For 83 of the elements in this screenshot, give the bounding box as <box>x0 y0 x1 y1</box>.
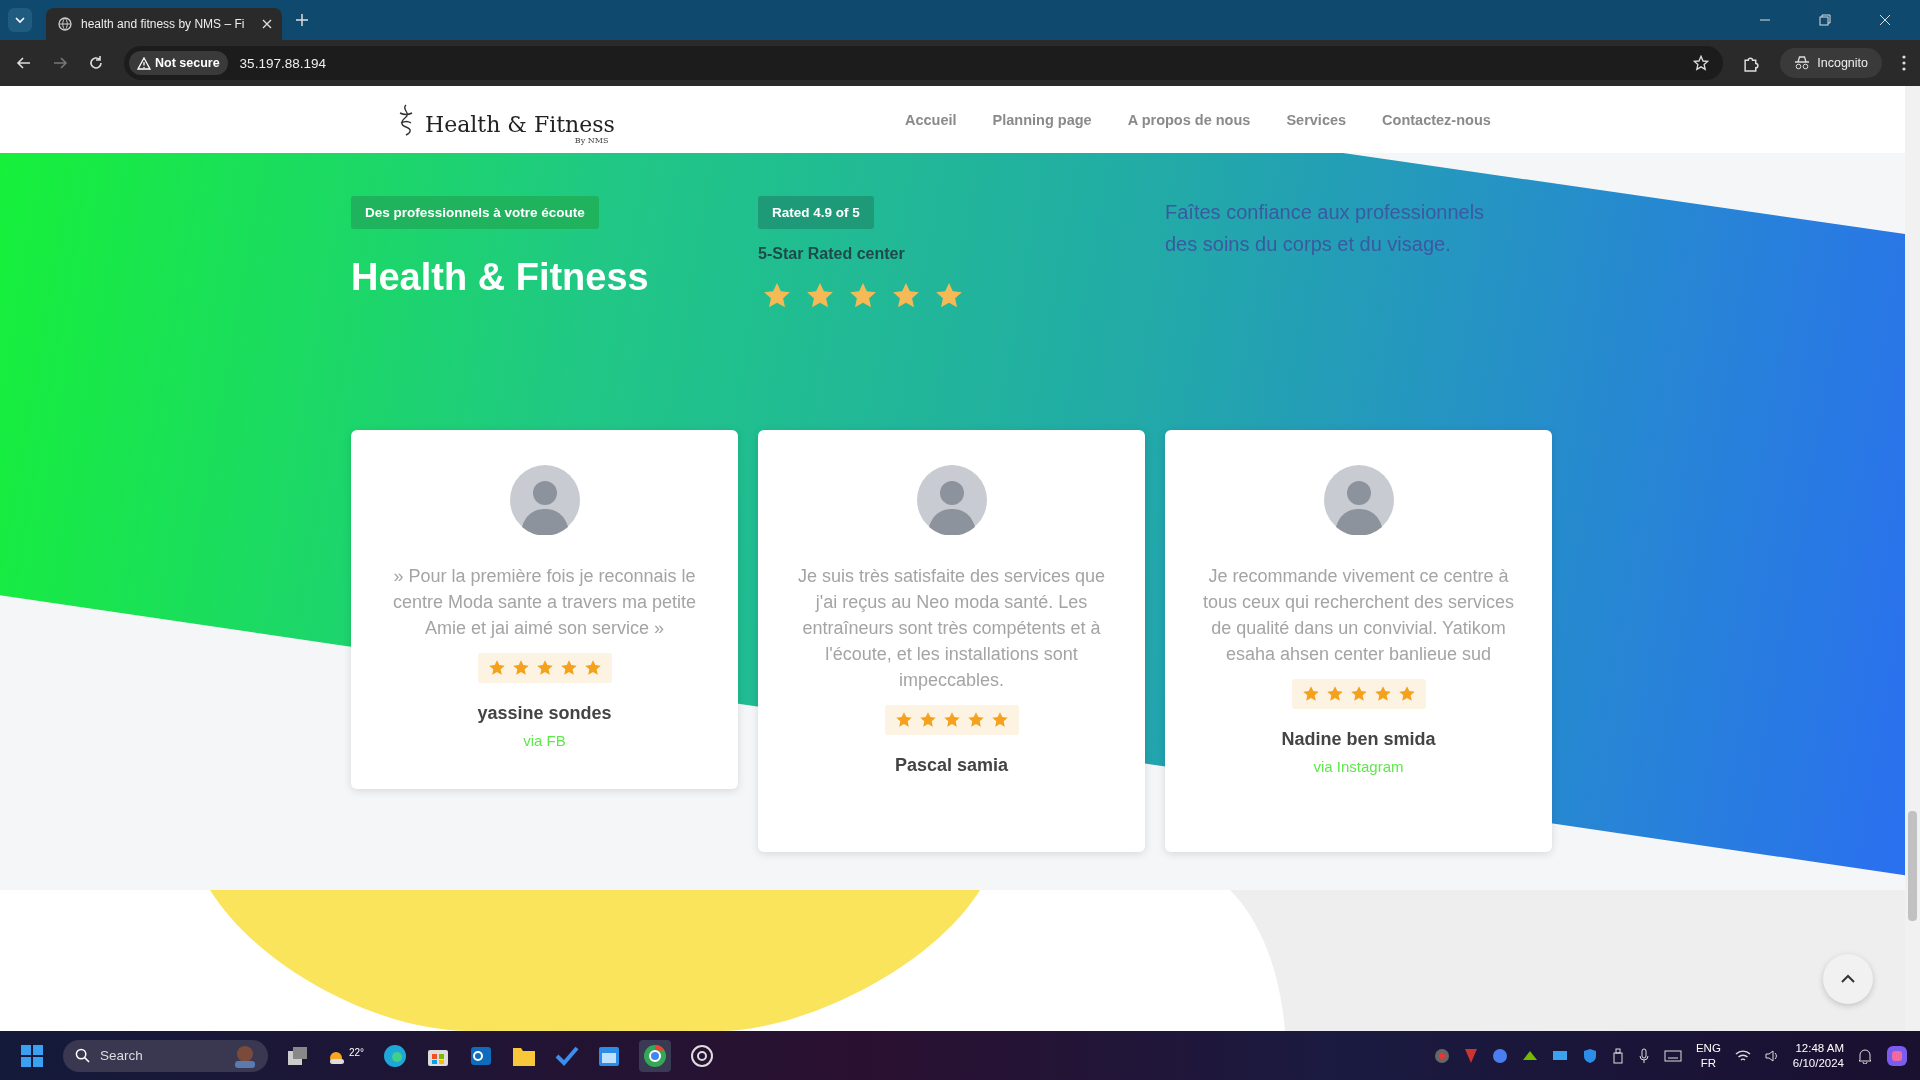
testimonial-quote: » Pour la première fois je reconnais le centre Moda sante a travers ma petite Amie et jai aimé son service » <box>391 565 698 640</box>
taskbar-search-field[interactable]: Search <box>63 1039 268 1072</box>
reviewer-name: yassine sondes <box>477 703 612 724</box>
incognito-button[interactable]: Incognito <box>1780 48 1882 78</box>
chevron-down-icon <box>14 14 26 26</box>
taskbar-app-button[interactable] <box>639 1039 672 1072</box>
tag-label: Des professionnels à votre écoute <box>351 196 599 229</box>
restore-icon[interactable] <box>1819 14 1831 26</box>
browser-tab[interactable]: health and fitness by NMS – Fi <box>46 8 282 40</box>
star-icon <box>918 711 937 729</box>
url-text: 35.197.88.194 <box>239 55 326 71</box>
review-source: via FB <box>523 732 566 749</box>
wifi-icon[interactable] <box>1734 1048 1751 1063</box>
input-language-indicator[interactable]: ENG FR <box>1695 1040 1721 1071</box>
testimonial-quote: Je suis très satisfaite des services que j'ai reçus au Neo moda santé. Les entraîneurs sont très compétents et à l'écoute, et les installations sont impeccables. <box>796 565 1107 692</box>
reviewer-name: Nadine ben smida <box>1281 729 1436 750</box>
windows-logo-icon[interactable] <box>20 1043 44 1068</box>
reviewer-name: Pascal samia <box>894 755 1009 776</box>
hero-title: Health & Fitness <box>351 256 649 299</box>
bell-icon[interactable] <box>1858 1047 1872 1064</box>
tab-search-button[interactable] <box>8 8 32 32</box>
star-icon <box>511 659 530 677</box>
star-icon <box>1301 685 1320 703</box>
keyboard-layout-code: FR <box>1700 1055 1717 1071</box>
task-view-icon[interactable] <box>287 1045 309 1066</box>
star-icon <box>535 659 554 677</box>
chevron-up-icon <box>1840 974 1856 984</box>
new-tab-icon[interactable] <box>296 14 308 26</box>
logo-text[interactable]: Health & Fitness <box>425 111 615 137</box>
avatar-silhouette-icon <box>509 465 580 535</box>
clock[interactable]: 12:48 AM 6/10/2024 <box>1792 1040 1844 1071</box>
calendar-icon[interactable] <box>598 1044 621 1067</box>
star-icon <box>1325 685 1344 703</box>
more-vertical-icon[interactable] <box>1902 55 1906 71</box>
forward-arrow-icon[interactable] <box>52 55 68 71</box>
usb-drive-icon[interactable] <box>1611 1047 1624 1064</box>
review-source: via Instagram <box>1313 758 1404 775</box>
chrome-ring-icon <box>643 1043 668 1068</box>
search-icon <box>75 1048 90 1063</box>
star-icon <box>1349 685 1368 703</box>
star-icon <box>894 711 913 729</box>
avatar-silhouette-icon <box>916 465 987 535</box>
star-icon <box>583 659 602 677</box>
puzzle-icon[interactable] <box>1743 54 1761 72</box>
speaker-icon[interactable] <box>1764 1048 1779 1063</box>
scrollbar-thumb[interactable] <box>1908 811 1917 921</box>
logo-subtitle: By NMS <box>574 135 609 145</box>
rating-label: Rated 4.9 of 5 <box>758 196 874 229</box>
clock-time: 12:48 AM <box>1795 1040 1844 1056</box>
security-chip[interactable]: Not secure <box>129 51 228 75</box>
tab-title: health and fitness by NMS – Fi <box>81 17 246 31</box>
close-icon[interactable] <box>262 19 272 29</box>
star-icon <box>1397 685 1416 703</box>
globe-icon <box>58 17 72 31</box>
incognito-icon <box>1794 56 1811 70</box>
avatar-silhouette-icon <box>1323 465 1394 535</box>
bookmark-star-icon[interactable] <box>1693 55 1710 71</box>
weather-widget[interactable]: 22° <box>328 1046 365 1065</box>
close-icon[interactable] <box>1879 14 1891 26</box>
microphone-icon[interactable] <box>1637 1047 1650 1064</box>
warning-icon <box>137 56 151 70</box>
star-icon <box>1373 685 1392 703</box>
tagline-text: Faîtes confiance aux professionnels des soins du corps et du visage. <box>1165 200 1486 257</box>
keyboard-icon[interactable] <box>1663 1048 1682 1063</box>
checkmark-icon[interactable] <box>555 1045 580 1066</box>
back-arrow-icon[interactable] <box>16 55 32 71</box>
search-placeholder: Search <box>100 1048 143 1063</box>
star-icon <box>487 659 506 677</box>
tray-app-icon[interactable] <box>1463 1047 1478 1064</box>
copilot-icon[interactable] <box>1886 1044 1908 1067</box>
star-icon <box>990 711 1009 729</box>
rating-caption: 5-Star Rated center <box>758 245 905 263</box>
shield-icon[interactable] <box>1581 1047 1598 1064</box>
testimonial-quote: Je recommande vivement ce centre à tous ceux qui recherchent des services de qualité dans un convivial. Yatikom esaha ahsen center banlieue sud <box>1201 565 1516 666</box>
star-icon <box>559 659 578 677</box>
star-icon <box>966 711 985 729</box>
reload-icon[interactable] <box>88 55 104 71</box>
tray-app-icon[interactable] <box>1491 1047 1508 1064</box>
address-field[interactable]: Not secure 35.197.88.194 <box>124 46 1724 80</box>
tray-app-icon[interactable] <box>1433 1047 1450 1064</box>
language-code: ENG <box>1695 1040 1721 1056</box>
star-icon <box>942 711 961 729</box>
clock-date: 6/10/2024 <box>1792 1055 1844 1071</box>
